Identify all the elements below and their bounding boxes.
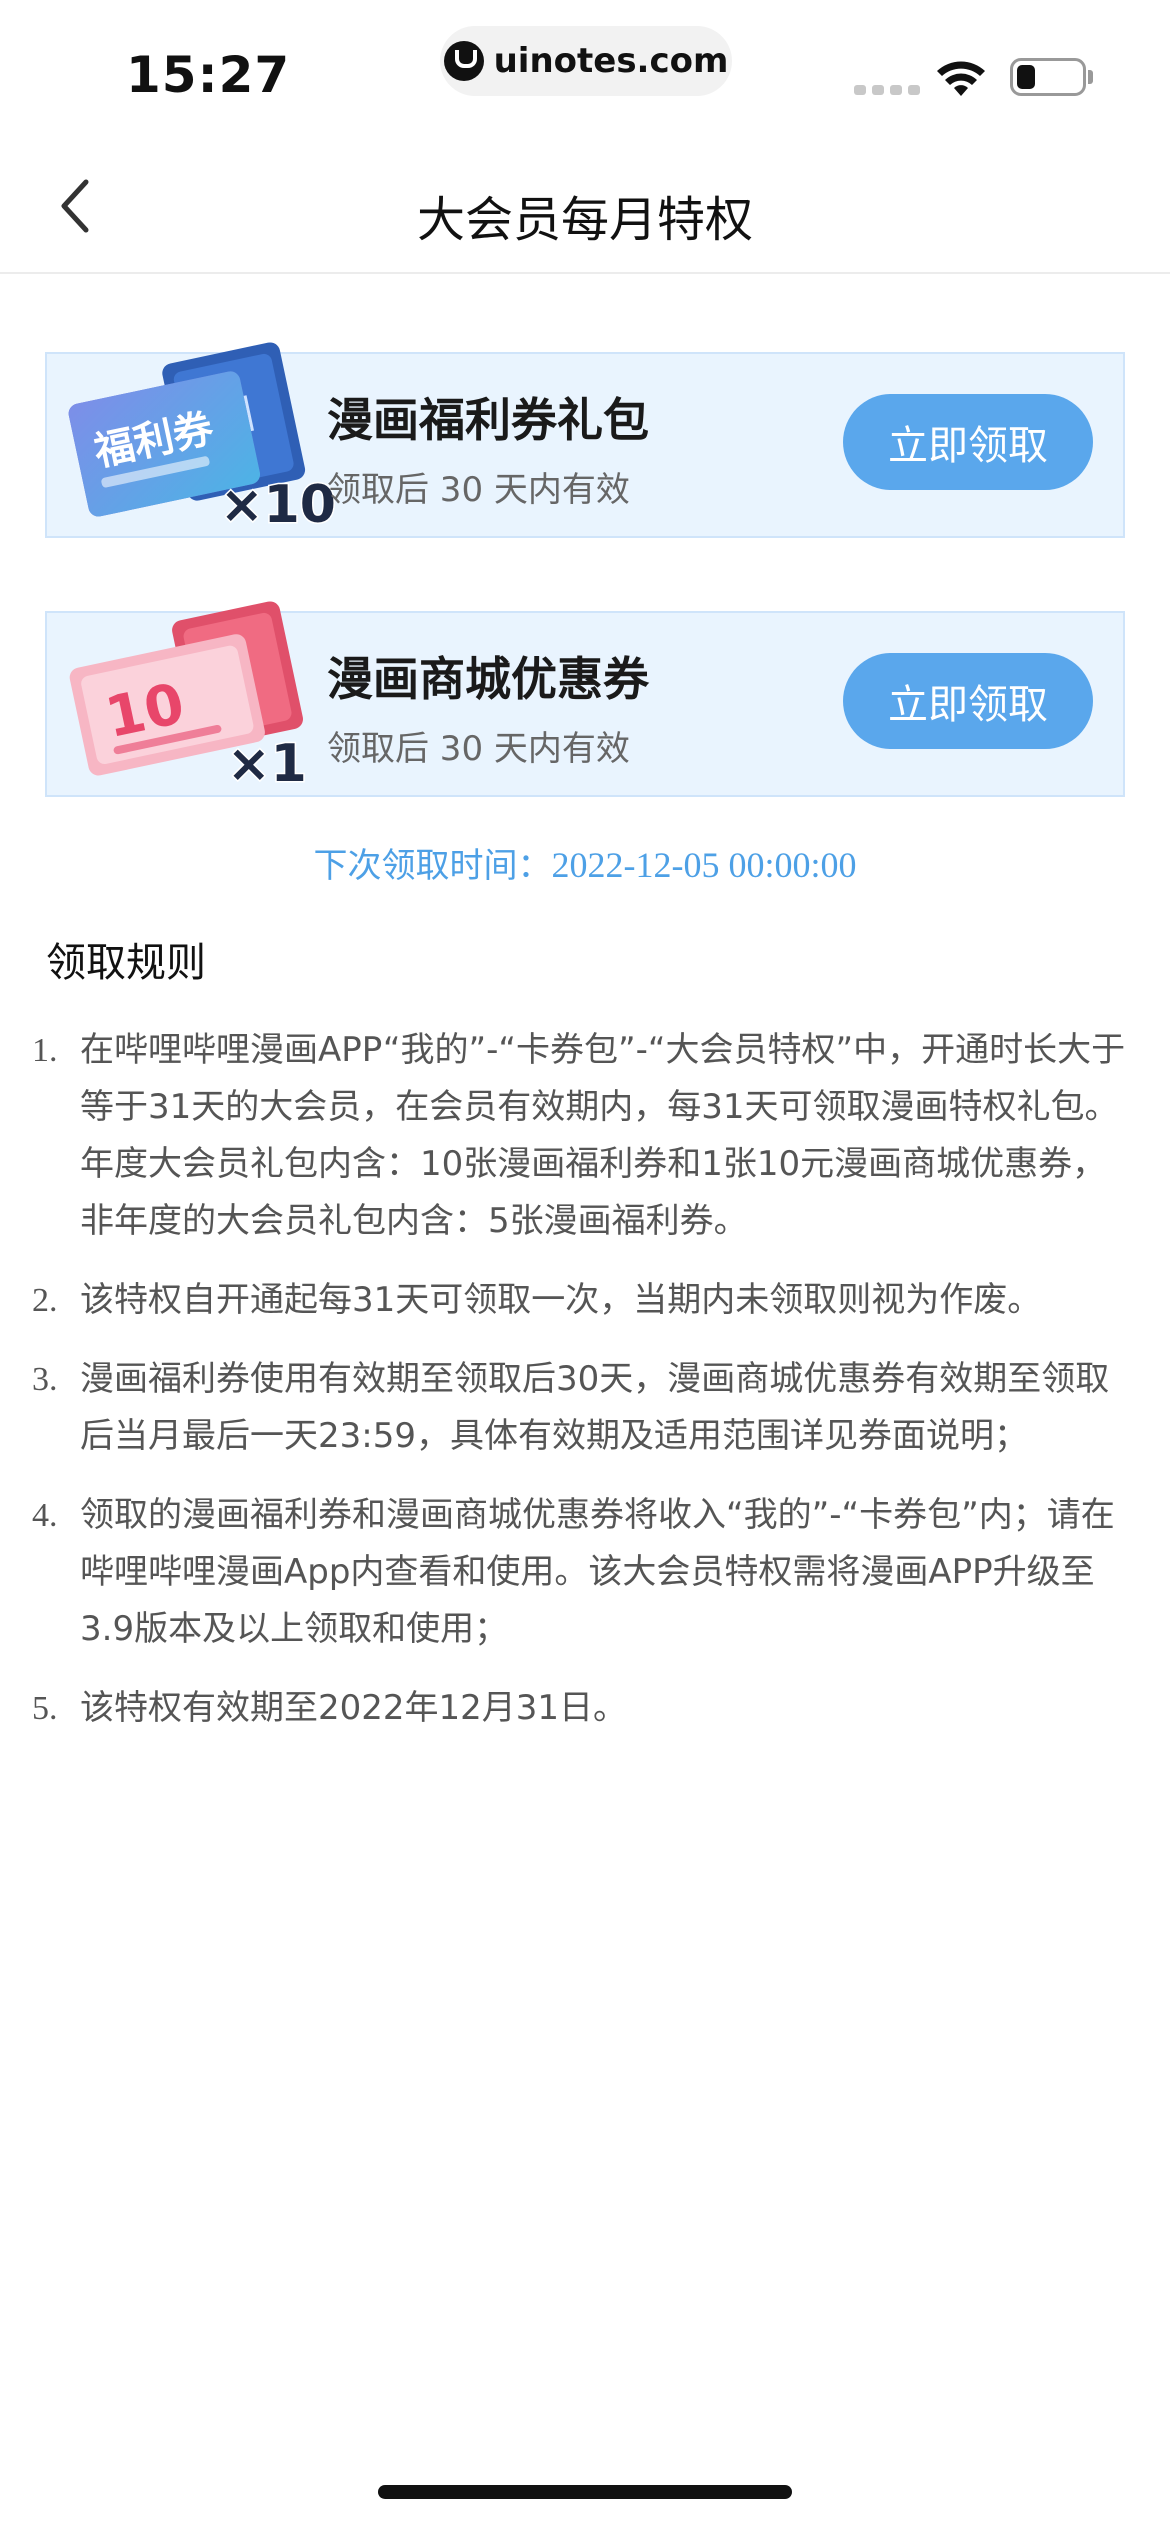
nav-bar: 大会员每月特权 xyxy=(0,140,1170,274)
claim-button[interactable]: 立即领取 xyxy=(843,394,1093,490)
rule-number: 2. xyxy=(32,1282,58,1319)
rule-text: 漫画福利券使用有效期至领取后30天，漫画商城优惠券有效期至领取后当月最后一天23… xyxy=(80,1359,1110,1456)
list-item: 4. 领取的漫画福利券和漫画商城优惠券将收入“我的”-“卡券包”内；请在哔哩哔哩… xyxy=(28,1487,1138,1658)
next-claim-value: 2022-12-05 00:00:00 xyxy=(551,845,857,885)
wifi-icon xyxy=(937,61,985,96)
rules-list: 1. 在哔哩哔哩漫画APP“我的”-“卡券包”-“大会员特权”中，开通时长大于等… xyxy=(28,1022,1138,1759)
svg-text:×10: ×10 xyxy=(220,475,336,534)
mall-coupon-icon: 10 ×1 xyxy=(69,601,308,793)
rule-number: 4. xyxy=(32,1497,58,1534)
rule-number: 3. xyxy=(32,1361,58,1398)
site-logo-icon xyxy=(443,41,484,81)
coupon-ticket-icon: 福利券 ×10 xyxy=(68,342,337,534)
rule-text: 在哔哩哔哩漫画APP“我的”-“卡券包”-“大会员特权”中，开通时长大于等于31… xyxy=(80,1030,1126,1241)
rule-text: 领取的漫画福利券和漫画商城优惠券将收入“我的”-“卡券包”内；请在哔哩哔哩漫画A… xyxy=(80,1495,1115,1649)
url-text: uinotes.com xyxy=(493,41,729,81)
rule-text: 该特权自开通起每31天可领取一次，当期内未领取则视为作废。 xyxy=(80,1280,1042,1320)
card-validity: 领取后 30 天内有效 xyxy=(327,470,630,510)
rule-number: 1. xyxy=(32,1032,58,1069)
list-item: 1. 在哔哩哔哩漫画APP“我的”-“卡券包”-“大会员特权”中，开通时长大于等… xyxy=(28,1022,1138,1250)
battery-icon xyxy=(1010,58,1086,96)
home-indicator[interactable] xyxy=(378,2485,792,2499)
card-title: 漫画福利券礼包 xyxy=(327,393,649,447)
next-claim-time: 下次领取时间：2022-12-05 00:00:00 xyxy=(0,838,1170,887)
card-validity: 领取后 30 天内有效 xyxy=(327,729,630,769)
card-title: 漫画商城优惠券 xyxy=(327,652,649,706)
comic-coupon-pack-card: 福利券 ×10 漫画福利券礼包 领取后 30 天内有效 立即领取 xyxy=(45,342,1125,538)
battery-tip xyxy=(1088,70,1093,84)
list-item: 3. 漫画福利券使用有效期至领取后30天，漫画商城优惠券有效期至领取后当月最后一… xyxy=(28,1351,1138,1465)
page: 15:27 uinotes.com 大会员每月特权 福利券 ×10 漫画福利券礼… xyxy=(0,0,1170,2532)
rules-heading: 领取规则 xyxy=(46,940,206,986)
rule-number: 5. xyxy=(32,1690,58,1727)
status-bar: 15:27 uinotes.com xyxy=(0,0,1170,140)
page-title: 大会员每月特权 xyxy=(416,192,753,248)
cellular-signal-icon xyxy=(854,85,920,95)
rule-text: 该特权有效期至2022年12月31日。 xyxy=(80,1688,628,1728)
status-time: 15:27 xyxy=(126,46,291,104)
mall-discount-coupon-card: 10 ×1 漫画商城优惠券 领取后 30 天内有效 立即领取 xyxy=(45,601,1125,797)
list-item: 5. 该特权有效期至2022年12月31日。 xyxy=(28,1680,1138,1737)
next-claim-label: 下次领取时间： xyxy=(313,846,552,886)
claim-button[interactable]: 立即领取 xyxy=(843,653,1093,749)
svg-text:×1: ×1 xyxy=(227,734,307,793)
url-pill[interactable]: uinotes.com xyxy=(440,26,732,96)
list-item: 2. 该特权自开通起每31天可领取一次，当期内未领取则视为作废。 xyxy=(28,1272,1138,1329)
